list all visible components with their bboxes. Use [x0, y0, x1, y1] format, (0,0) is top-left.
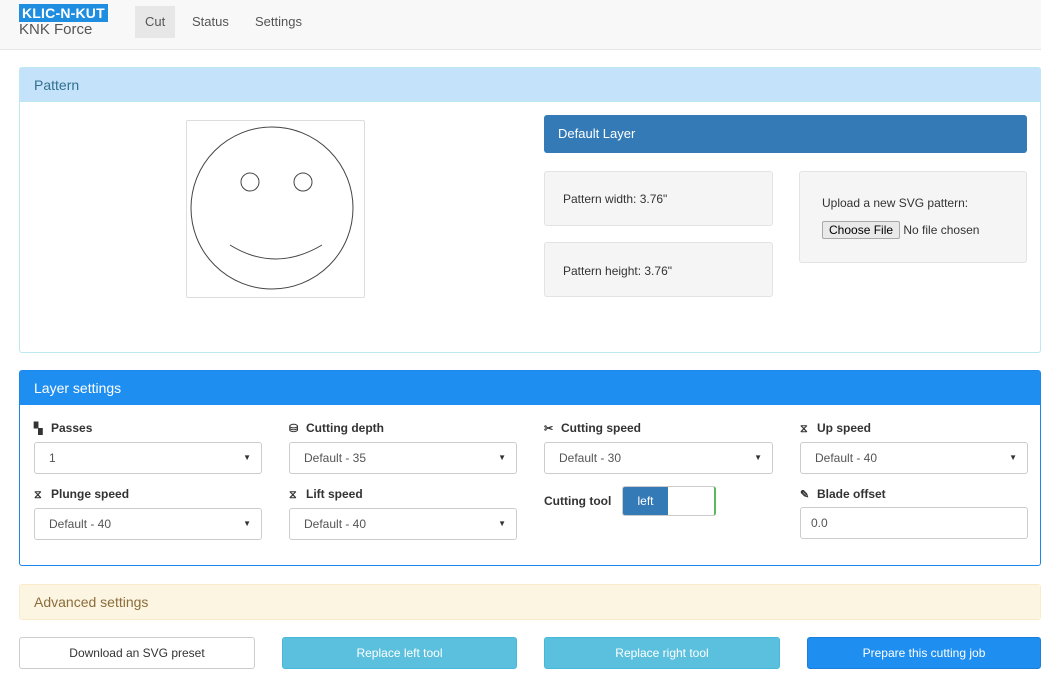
advanced-settings-panel[interactable]: Advanced settings: [19, 584, 1041, 620]
cutting-tool-label: Cutting tool: [544, 494, 612, 508]
hourglass-icon: ⧖: [800, 423, 808, 435]
replace-left-tool-button[interactable]: Replace left tool: [282, 637, 517, 669]
pattern-panel-title: Pattern: [20, 68, 1040, 102]
tab-status[interactable]: Status: [182, 6, 239, 38]
tab-settings[interactable]: Settings: [245, 6, 312, 38]
download-svg-preset-button[interactable]: Download an SVG preset: [19, 637, 255, 669]
smiley-pattern-image: [190, 126, 354, 290]
brand[interactable]: KLIC-N-KUT KNK Force: [19, 4, 108, 38]
passes-select[interactable]: 1 ▼: [34, 442, 262, 474]
hourglass-icon: ⧖: [34, 489, 42, 501]
layer-settings-title: Layer settings: [20, 371, 1040, 405]
lift-speed-label: ⧖ Lift speed: [289, 487, 363, 501]
chevron-down-icon: ▼: [243, 453, 251, 462]
no-file-text: No file chosen: [903, 223, 980, 237]
brand-subtitle: KNK Force: [19, 21, 93, 38]
chevron-down-icon: ▼: [754, 453, 762, 462]
plunge-speed-select[interactable]: Default - 40 ▼: [34, 508, 262, 540]
navbar: KLIC-N-KUT KNK Force Cut Status Settings: [0, 0, 1041, 50]
advanced-settings-title[interactable]: Advanced settings: [20, 585, 1040, 619]
up-speed-label: ⧖ Up speed: [800, 421, 872, 435]
chevron-down-icon: ▼: [498, 453, 506, 462]
plunge-speed-label: ⧖ Plunge speed: [34, 487, 130, 501]
pattern-height-well: Pattern height: 3.76": [544, 242, 773, 297]
tab-cut[interactable]: Cut: [135, 6, 176, 38]
copy-icon: ▚: [34, 423, 43, 435]
blade-offset-input[interactable]: 0.0: [800, 507, 1028, 539]
chevron-down-icon: ▼: [243, 519, 251, 528]
pattern-width-text: Pattern width: 3.76": [563, 192, 668, 206]
cutting-tool-toggle-left[interactable]: left: [623, 487, 668, 515]
upload-label: Upload a new SVG pattern:: [822, 196, 969, 210]
scissors-icon: ✂: [544, 423, 554, 435]
chevron-down-icon: ▼: [1009, 453, 1017, 462]
pattern-height-text: Pattern height: 3.76": [563, 264, 673, 278]
prepare-cutting-job-button[interactable]: Prepare this cutting job: [807, 637, 1041, 669]
cutting-speed-label: ✂ Cutting speed: [544, 421, 641, 435]
upload-well: Upload a new SVG pattern: Choose File No…: [799, 171, 1027, 263]
hdd-icon: ⛁: [289, 423, 299, 435]
cutting-speed-select[interactable]: Default - 30 ▼: [544, 442, 773, 474]
cutting-depth-label: ⛁ Cutting depth: [289, 421, 384, 435]
default-layer-button[interactable]: Default Layer: [544, 115, 1027, 153]
cutting-tool-toggle[interactable]: left: [622, 486, 716, 516]
choose-file-button[interactable]: Choose File: [822, 221, 901, 239]
brand-logo[interactable]: KLIC-N-KUT: [19, 4, 108, 22]
cutting-depth-select[interactable]: Default - 35 ▼: [289, 442, 517, 474]
pattern-preview: [186, 120, 365, 298]
up-speed-select[interactable]: Default - 40 ▼: [800, 442, 1028, 474]
edit-icon: ✎: [800, 489, 810, 501]
blade-offset-label: ✎ Blade offset: [800, 487, 886, 501]
passes-label: ▚ Passes: [34, 421, 93, 435]
replace-right-tool-button[interactable]: Replace right tool: [544, 637, 780, 669]
hourglass-icon: ⧖: [289, 489, 297, 501]
pattern-width-well: Pattern width: 3.76": [544, 171, 773, 226]
chevron-down-icon: ▼: [498, 519, 506, 528]
lift-speed-select[interactable]: Default - 40 ▼: [289, 508, 517, 540]
